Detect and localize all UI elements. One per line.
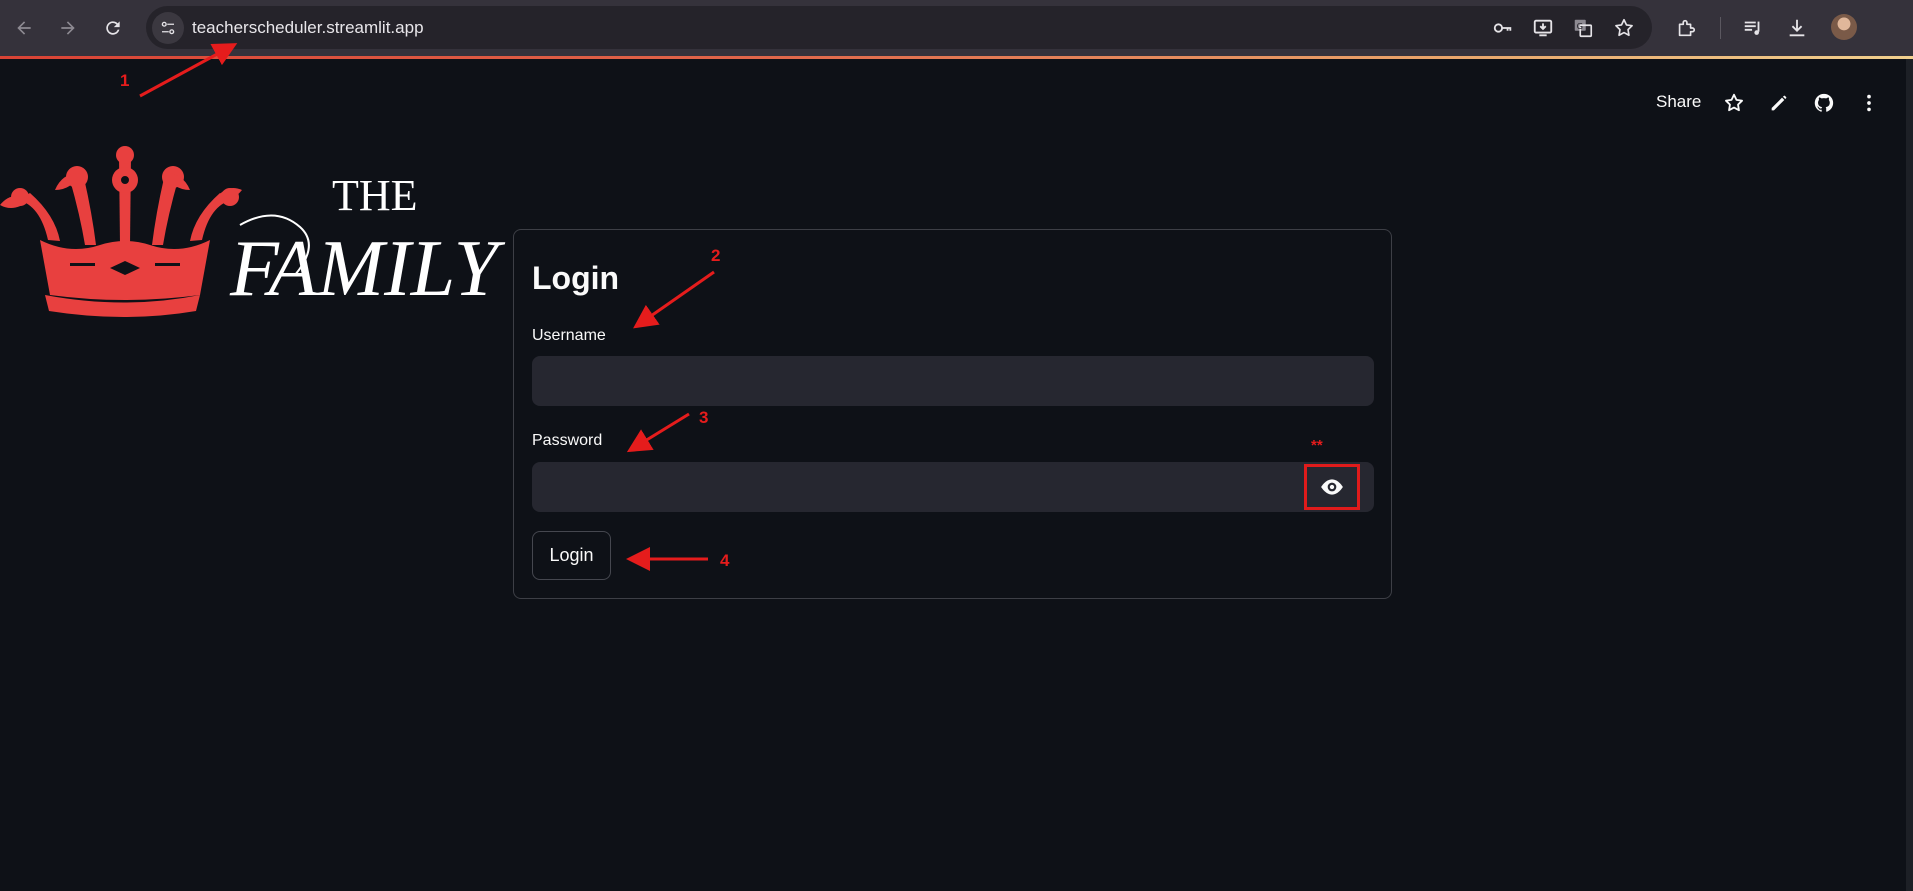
scrollbar-track[interactable] [1906,59,1913,891]
share-button[interactable]: Share [1656,92,1701,112]
password-input[interactable] [532,462,1374,512]
annotation-label-2: 2 [711,246,721,265]
annotation-label-1: 1 [120,71,130,90]
profile-avatar[interactable] [1831,14,1857,40]
github-icon[interactable] [1811,90,1837,116]
browser-toolbar: teacherscheduler.streamlit.app G [0,0,1913,56]
password-label: Password [532,432,603,449]
the-family-logo: THE FAMILY [0,146,506,317]
password-key-icon[interactable] [1491,16,1515,40]
forward-arrow-icon[interactable] [54,14,82,42]
login-form: Login Username Password Login [513,229,1392,599]
annotation-label-3: 3 [699,408,709,427]
toolbar-divider [1720,17,1721,39]
login-title: Login [532,260,620,296]
annotation-label-asterisks: ** [1311,437,1323,454]
svg-text:G: G [1577,21,1583,31]
url-text[interactable]: teacherscheduler.streamlit.app [192,18,424,38]
logo-text-the: THE [332,171,418,220]
reload-icon[interactable] [99,14,127,42]
login-submit-button[interactable]: Login [532,531,611,580]
username-label: Username [532,327,606,344]
address-bar[interactable]: teacherscheduler.streamlit.app G [146,6,1652,49]
star-icon[interactable] [1721,90,1747,116]
loading-gradient-bar [0,56,1913,59]
bookmark-star-icon[interactable] [1612,16,1636,40]
translate-icon[interactable]: G [1571,16,1595,40]
eye-icon [1321,479,1343,495]
extensions-icon[interactable] [1673,15,1699,41]
edit-pencil-icon[interactable] [1766,90,1792,116]
logo-text-family: FAMILY [229,225,506,313]
more-vert-icon[interactable] [1856,90,1882,116]
downloads-icon[interactable] [1784,15,1810,41]
site-info-icon[interactable] [152,12,184,44]
username-input[interactable] [532,356,1374,406]
install-app-icon[interactable] [1531,16,1555,40]
show-password-button[interactable] [1304,464,1360,510]
crown-icon [0,146,242,317]
back-arrow-icon[interactable] [10,14,38,42]
annotation-label-4: 4 [720,551,730,570]
media-control-icon[interactable] [1740,15,1766,41]
